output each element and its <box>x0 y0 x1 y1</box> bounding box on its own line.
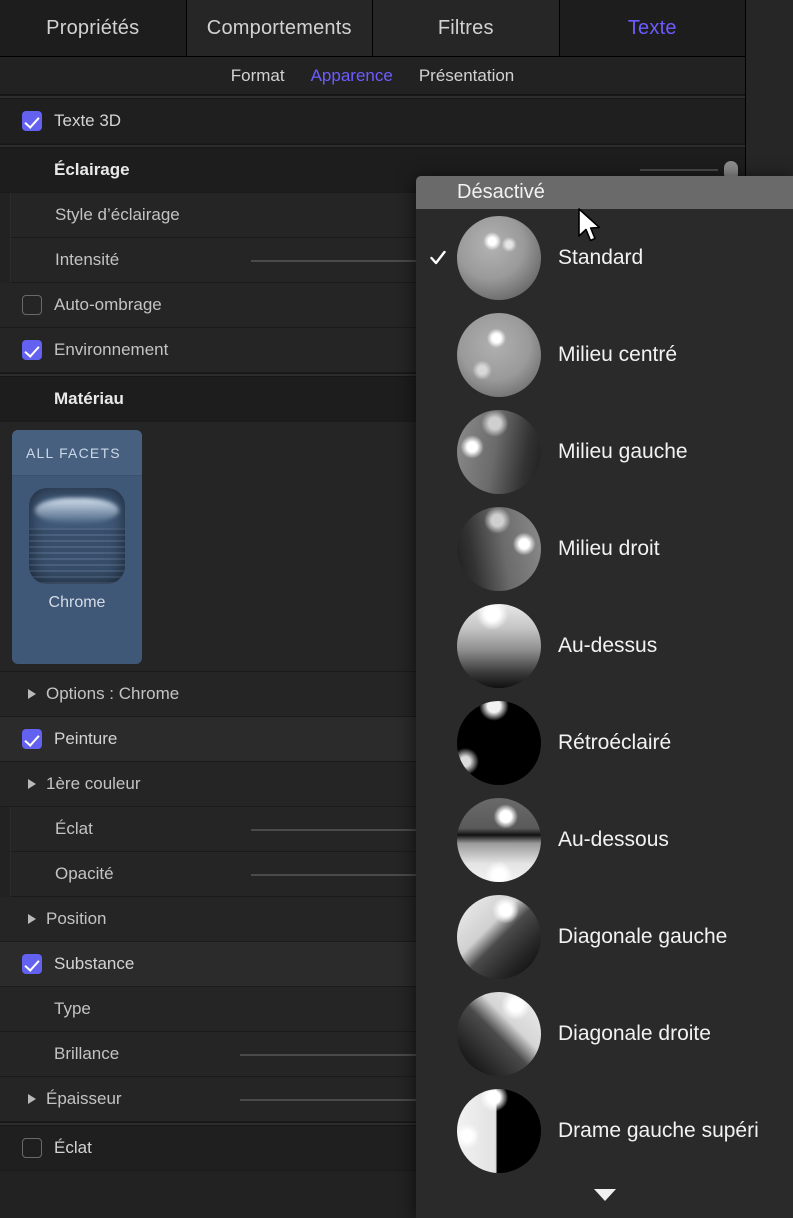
inspector-tab-bar: Propriétés Comportements Filtres Texte <box>0 0 745 57</box>
menu-item-right[interactable]: Milieu droit <box>416 500 793 597</box>
menu-item-desactive[interactable]: Désactivé <box>416 176 793 209</box>
section-label: Matériau <box>54 389 124 409</box>
disclosure-triangle-icon[interactable] <box>28 914 36 924</box>
sphere-preview-diag-right <box>457 992 541 1076</box>
menu-item-backlit[interactable]: Rétroéclairé <box>416 694 793 791</box>
tab-label: Texte <box>628 17 677 40</box>
checkmark-icon <box>430 249 446 267</box>
menu-item-label: Drame gauche supéri <box>558 1119 759 1143</box>
row-label: Éclat <box>54 1138 92 1158</box>
row-label: Style d’éclairage <box>55 205 180 225</box>
checkbox-eclat[interactable] <box>22 1138 42 1158</box>
checkbox-substance[interactable] <box>22 954 42 974</box>
subtab-apparence[interactable]: Apparence <box>311 66 393 86</box>
checkbox-peinture[interactable] <box>22 729 42 749</box>
menu-item-diag-left[interactable]: Diagonale gauche <box>416 888 793 985</box>
tab-texte[interactable]: Texte <box>560 0 746 56</box>
menu-item-label: Standard <box>558 246 643 270</box>
menu-item-label: Milieu gauche <box>558 440 688 464</box>
sphere-preview-standard <box>457 216 541 300</box>
menu-item-label: Au-dessus <box>558 634 657 658</box>
row-label: Type <box>54 999 91 1019</box>
row-label: Substance <box>54 954 134 974</box>
material-thumbnail <box>29 488 125 584</box>
row-label: Position <box>46 909 106 929</box>
menu-item-list: Standard Milieu centré Milieu gauche Milieu… <box>416 209 793 1179</box>
subtab-format[interactable]: Format <box>231 66 285 86</box>
motion-text-appearance-panel: Propriétés Comportements Filtres Texte F… <box>0 0 793 1218</box>
background-slider-track <box>640 169 718 171</box>
disclosure-triangle-icon[interactable] <box>28 1094 36 1104</box>
menu-item-standard[interactable]: Standard <box>416 209 793 306</box>
tab-filtres[interactable]: Filtres <box>373 0 560 56</box>
row-label: Éclat <box>55 819 93 839</box>
menu-item-below[interactable]: Au-dessous <box>416 791 793 888</box>
row-label: Intensité <box>55 250 119 270</box>
checkbox-auto-ombrage[interactable] <box>22 295 42 315</box>
row-texte-3d[interactable]: Texte 3D <box>0 99 745 144</box>
row-label: 1ère couleur <box>46 774 141 794</box>
row-label: Peinture <box>54 729 117 749</box>
material-card-chrome[interactable]: ALL FACETS Chrome <box>12 430 142 664</box>
sphere-preview-backlit <box>457 701 541 785</box>
menu-item-diag-right[interactable]: Diagonale droite <box>416 985 793 1082</box>
row-label: Opacité <box>55 864 114 884</box>
menu-item-label: Rétroéclairé <box>558 731 671 755</box>
tab-label: Propriétés <box>46 17 139 40</box>
sphere-preview-below <box>457 798 541 882</box>
row-label: Texte 3D <box>54 111 121 131</box>
section-label: Éclairage <box>54 160 130 180</box>
checkbox-texte-3d[interactable] <box>22 111 42 131</box>
row-label: Brillance <box>54 1044 119 1064</box>
disclosure-triangle-icon[interactable] <box>28 689 36 699</box>
sphere-preview-center <box>457 313 541 397</box>
menu-item-label: Milieu centré <box>558 343 677 367</box>
row-label: Épaisseur <box>46 1089 122 1109</box>
row-label: Auto-ombrage <box>54 295 162 315</box>
sphere-preview-drama-left <box>457 1089 541 1173</box>
tab-proprietes[interactable]: Propriétés <box>0 0 187 56</box>
menu-item-center[interactable]: Milieu centré <box>416 306 793 403</box>
subtab-presentation[interactable]: Présentation <box>419 66 514 86</box>
menu-scroll-down-arrow[interactable] <box>416 1188 793 1206</box>
sphere-preview-above <box>457 604 541 688</box>
menu-item-above[interactable]: Au-dessus <box>416 597 793 694</box>
menu-item-drama-left[interactable]: Drame gauche supéri <box>416 1082 793 1179</box>
sphere-preview-right <box>457 507 541 591</box>
tab-comportements[interactable]: Comportements <box>187 0 374 56</box>
lighting-style-popup-menu: Désactivé Standard Milieu centré Milieu ga… <box>416 176 793 1218</box>
material-name: Chrome <box>12 594 142 612</box>
menu-item-left[interactable]: Milieu gauche <box>416 403 793 500</box>
row-label: Environnement <box>54 340 168 360</box>
checkbox-environnement[interactable] <box>22 340 42 360</box>
row-label: Options : Chrome <box>46 684 179 704</box>
disclosure-triangle-icon[interactable] <box>28 779 36 789</box>
tab-label: Filtres <box>438 17 494 40</box>
menu-item-label: Milieu droit <box>558 537 660 561</box>
tab-label: Comportements <box>207 17 352 40</box>
menu-item-label: Diagonale droite <box>558 1022 711 1046</box>
sphere-preview-left <box>457 410 541 494</box>
menu-item-label: Diagonale gauche <box>558 925 727 949</box>
text-subtab-bar: Format Apparence Présentation <box>0 57 745 95</box>
menu-item-label: Désactivé <box>457 181 545 204</box>
menu-item-label: Au-dessous <box>558 828 669 852</box>
sphere-preview-diag-left <box>457 895 541 979</box>
material-facet-label: ALL FACETS <box>12 430 142 476</box>
